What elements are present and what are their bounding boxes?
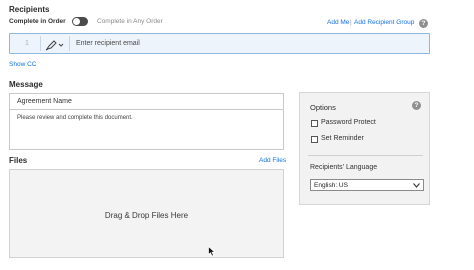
link-separator: | — [350, 19, 352, 26]
agreement-name-field[interactable]: Agreement Name — [10, 94, 283, 110]
role-selector[interactable] — [45, 38, 65, 51]
agreement-name-placeholder: Agreement Name — [17, 98, 72, 105]
options-title: Options — [310, 103, 336, 112]
order-toggle[interactable] — [72, 17, 88, 26]
help-icon[interactable]: ? — [419, 19, 428, 28]
options-panel: Options ? Password Protect Set Reminder … — [299, 92, 430, 205]
row-divider-2 — [69, 36, 70, 51]
options-help-icon[interactable]: ? — [412, 101, 421, 110]
file-dropzone[interactable]: Drag & Drop Files Here — [9, 169, 284, 258]
set-reminder-checkbox[interactable] — [311, 136, 318, 143]
language-selected-value: English: US — [314, 182, 348, 189]
set-reminder-label: Set Reminder — [321, 135, 364, 142]
recipients-language-label: Recipients' Language — [310, 164, 378, 171]
add-me-link[interactable]: Add Me — [327, 19, 349, 26]
options-divider — [308, 155, 423, 156]
files-title: Files — [9, 156, 28, 165]
complete-in-order-label: Complete in Order — [9, 18, 66, 25]
chevron-down-icon — [413, 183, 420, 188]
dropzone-text: Drag & Drop Files Here — [104, 211, 189, 220]
add-recipient-group-link[interactable]: Add Recipient Group — [354, 19, 414, 26]
signer-pen-icon — [45, 40, 64, 51]
recipient-order-number: 1 — [25, 40, 29, 47]
show-cc-link[interactable]: Show CC — [9, 61, 36, 68]
toggle-knob — [73, 18, 80, 25]
message-body-field[interactable]: Please review and complete this document… — [10, 110, 283, 149]
row-divider — [40, 36, 41, 51]
message-body-text: Please review and complete this document… — [17, 115, 133, 121]
recipient-row[interactable]: 1 Enter recipient email — [9, 33, 430, 54]
add-files-link[interactable]: Add Files — [259, 157, 286, 164]
message-title: Message — [9, 80, 43, 89]
recipient-email-input[interactable]: Enter recipient email — [76, 40, 140, 47]
mouse-cursor-icon — [208, 246, 216, 257]
password-protect-checkbox[interactable] — [311, 120, 318, 127]
language-select[interactable]: English: US — [310, 179, 424, 191]
password-protect-label: Password Protect — [321, 119, 376, 126]
message-box: Agreement Name Please review and complet… — [9, 93, 284, 150]
recipients-title: Recipients — [9, 5, 50, 14]
complete-in-any-order-label: Complete in Any Order — [97, 18, 163, 25]
